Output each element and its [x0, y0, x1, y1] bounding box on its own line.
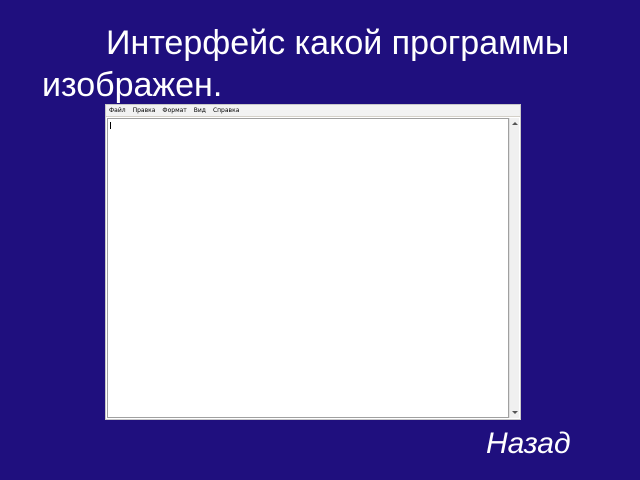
menu-item-edit[interactable]: Правка: [133, 106, 156, 116]
slide-title: Интерфейс какой программы изображен.: [42, 24, 570, 104]
text-edit-area[interactable]: [107, 118, 509, 418]
vertical-scrollbar[interactable]: [509, 118, 519, 418]
notepad-window: Файл Правка Формат Вид Справка: [105, 104, 521, 420]
arrow-down-icon[interactable]: [510, 408, 519, 417]
menu-item-view[interactable]: Вид: [194, 106, 206, 116]
arrow-up-icon[interactable]: [510, 119, 519, 128]
menu-item-help[interactable]: Справка: [213, 106, 239, 116]
menu-item-format[interactable]: Формат: [162, 106, 186, 116]
menu-bar: Файл Правка Формат Вид Справка: [106, 105, 520, 117]
text-caret: [110, 122, 111, 129]
menu-item-file[interactable]: Файл: [109, 106, 126, 116]
back-link[interactable]: Назад: [486, 424, 571, 464]
